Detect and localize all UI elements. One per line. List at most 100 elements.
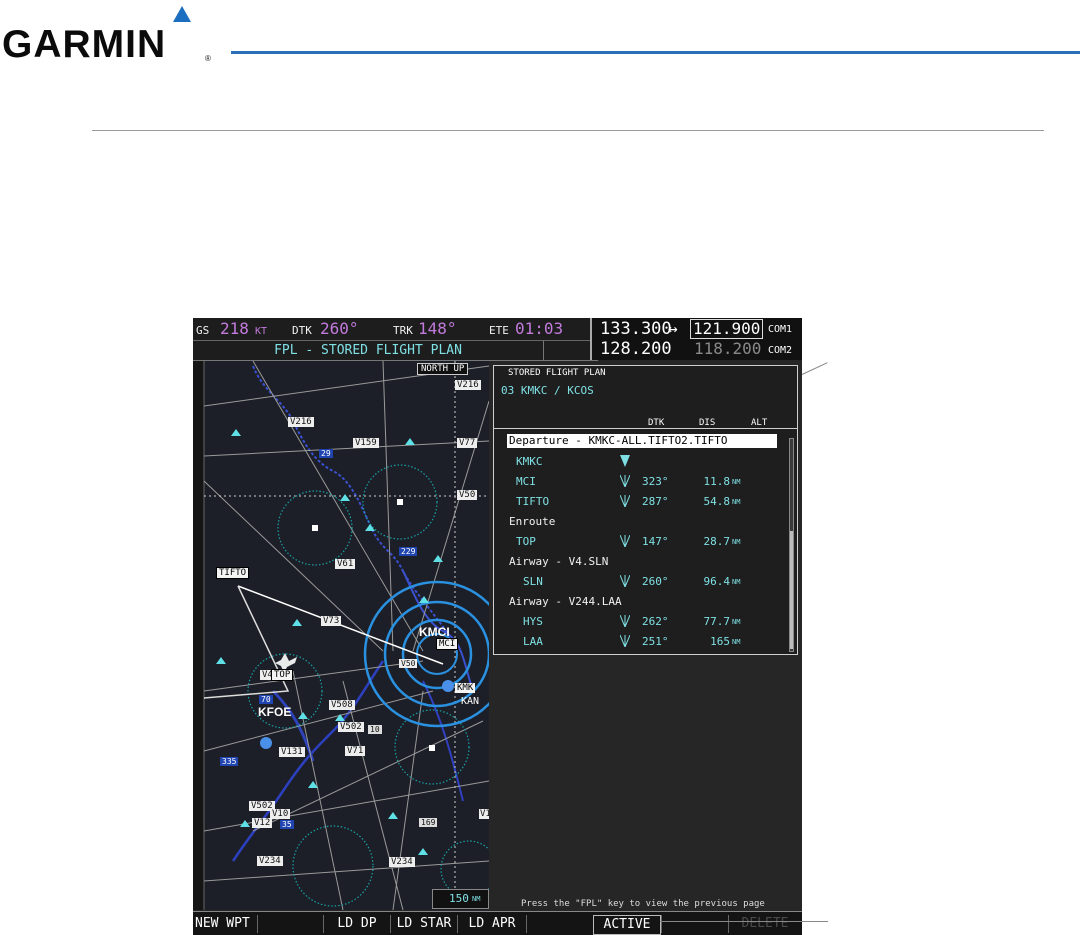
callout-line (801, 362, 828, 375)
nav-status-bar: GS 218 KT DTK 260° TRK 148° ETE 01:03 FP… (193, 318, 598, 361)
dis-unit: NM (732, 498, 741, 506)
softkey-delete[interactable]: DELETE (728, 915, 801, 933)
waypoint-label-tifto[interactable]: TIFTO (216, 567, 250, 579)
softkey-new-wpt[interactable]: NEW WPT (193, 915, 257, 933)
com2-active-freq[interactable]: 128.200 (600, 339, 672, 359)
map-range-value: 150 (449, 892, 469, 905)
trk-label: TRK (393, 324, 413, 337)
dtk-value: 260° (320, 319, 359, 338)
flight-plan-row[interactable]: SLN 260° 96.4 NM (494, 572, 784, 591)
garmin-logo: GARMIN ® (2, 6, 212, 66)
gs-unit: KT (255, 326, 268, 337)
softkey-active[interactable]: ACTIVE (593, 915, 661, 935)
dis-value: 28.7 (703, 535, 731, 548)
stored-flight-plan-title: STORED FLIGHT PLAN (508, 368, 606, 378)
airway-label: V1 (479, 809, 489, 819)
flight-plan-row[interactable]: TOP 147° 28.7 NM (494, 532, 784, 551)
title-divider (543, 341, 544, 360)
waypoint-id: MCI (516, 475, 536, 488)
dis-unit: NM (732, 618, 741, 626)
flight-plan-row[interactable]: Enroute (494, 512, 784, 531)
trk-value: 148° (418, 319, 457, 338)
dtk-value: 262° (642, 615, 669, 628)
highway-shield: 70 (259, 695, 273, 704)
col-header-alt: ALT (751, 418, 768, 428)
scrollbar-thumb[interactable] (790, 531, 793, 649)
highway-shield: 29 (319, 449, 333, 458)
flight-plan-row-selected[interactable]: Departure - KMKC-ALL.TIFTO2.TIFTO (494, 433, 784, 452)
navigation-map[interactable]: NORTH UP V216 V216 V159 V77 V50 V61 V73 … (193, 361, 489, 910)
airway-label: V131 (279, 747, 305, 757)
highway-shield: 335 (220, 757, 239, 766)
airway-label: V508 (329, 700, 355, 710)
airway-label: V71 (345, 746, 366, 756)
hint-text: Press the "FPL" key to view the previous… (521, 899, 765, 909)
waypoint-id: KMKC (516, 455, 543, 468)
dis-value: 165 (710, 635, 730, 648)
highway-shield: 10 (368, 725, 382, 734)
map-orientation[interactable]: NORTH UP (417, 363, 469, 375)
softkey-ld-star[interactable]: LD STAR (390, 915, 457, 933)
waypoint-label-top[interactable]: TOP (271, 669, 294, 681)
airway-label: V234 (389, 857, 415, 867)
map-range-box[interactable]: 150 NM (432, 889, 489, 909)
scrollbar[interactable] (789, 438, 794, 652)
section-rule (92, 130, 1044, 131)
registered-mark: ® (205, 54, 211, 63)
com1-standby-freq[interactable]: 121.900 (690, 319, 764, 339)
airway-label: V502 (338, 722, 364, 732)
com2-standby-freq[interactable]: 118.200 (694, 339, 761, 358)
airway-label: V234 (257, 856, 283, 866)
section-label: Airway - V244.LAA (509, 595, 622, 608)
dtk-value: 287° (642, 495, 669, 508)
nav-data-row: GS 218 KT DTK 260° TRK 148° ETE 01:03 (193, 318, 598, 341)
mfd-screen: GS 218 KT DTK 260° TRK 148° ETE 01:03 FP… (193, 318, 802, 935)
callout-line (660, 921, 828, 922)
leg-arrow-icon (620, 635, 630, 647)
flight-plan-row[interactable]: KMKC (494, 452, 784, 471)
softkey-blank[interactable] (526, 915, 593, 933)
airway-label: V77 (457, 438, 478, 448)
col-header-dis: DIS (699, 418, 716, 428)
page-title: FPL - STORED FLIGHT PLAN (274, 343, 462, 358)
waypoint-id: TOP (516, 535, 536, 548)
airway-label: V73 (321, 616, 342, 626)
waypoint-id: SLN (523, 575, 543, 588)
leg-arrow-icon (620, 495, 630, 507)
airway-label: V216 (455, 380, 481, 390)
section-label: Enroute (509, 515, 556, 528)
logo-text: GARMIN (2, 23, 167, 66)
gs-label: GS (196, 324, 210, 337)
airport-label-kfoe[interactable]: KFOE (258, 705, 291, 719)
airway-label: V159 (353, 438, 379, 448)
airway-label: V61 (335, 559, 356, 569)
flight-plan-row[interactable]: MCI 323° 11.8 NM (494, 472, 784, 491)
col-header-dtk: DTK (648, 418, 665, 428)
flight-plan-row[interactable]: HYS 262° 77.7 NM (494, 612, 784, 631)
waypoint-label-mci[interactable]: MCI (436, 638, 459, 650)
map-range-unit: NM (472, 895, 481, 903)
softkey-blank[interactable] (257, 915, 323, 933)
com2-label: COM2 (768, 345, 793, 356)
softkey-ld-apr[interactable]: LD APR (457, 915, 526, 933)
softkey-blank[interactable] (661, 915, 728, 933)
dis-unit: NM (732, 638, 741, 646)
com1-active-freq[interactable]: 133.300 (600, 319, 672, 339)
softkey-ld-dp[interactable]: LD DP (323, 915, 390, 933)
dtk-value: 260° (642, 575, 669, 588)
ete-label: ETE (489, 324, 509, 337)
airport-label-kmkc[interactable]: KMK (455, 683, 476, 693)
flight-plan-row[interactable]: TIFTO 287° 54.8 NM (494, 492, 784, 511)
flight-plan-row[interactable]: Airway - V4.SLN (494, 552, 784, 571)
dtk-value: 251° (642, 635, 669, 648)
com-radio-panel: 133.300 ↔ 121.900 COM1 128.200 118.200 C… (590, 318, 802, 360)
dis-unit: NM (732, 578, 741, 586)
dis-unit: NM (732, 478, 741, 486)
leg-arrow-icon (620, 615, 630, 627)
flight-plan-row[interactable]: LAA 251° 165 NM (494, 632, 784, 651)
dis-value: 96.4 (703, 575, 731, 588)
airport-label-kmci[interactable]: KMCI (419, 625, 450, 639)
header-rule (231, 51, 1080, 54)
flight-plan-row[interactable]: Airway - V244.LAA (494, 592, 784, 611)
waypoint-id: HYS (523, 615, 543, 628)
